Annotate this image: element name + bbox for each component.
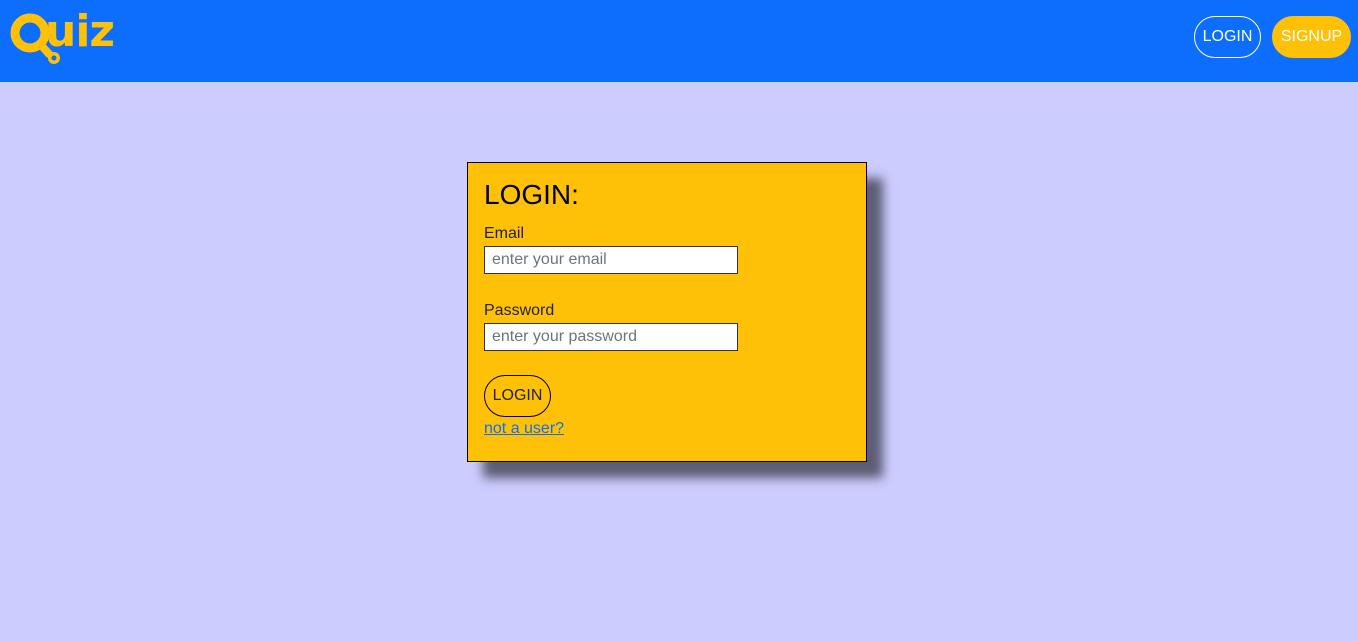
email-label: Email [484,225,525,242]
logo-text: uiz [45,6,115,57]
nav-login-button[interactable]: LOGIN [1194,16,1261,58]
password-label: Password [484,302,555,319]
nav-signup-button[interactable]: SIGNUP [1272,16,1351,58]
email-field[interactable] [484,246,738,274]
login-title: LOGIN: [484,179,579,210]
login-submit-button[interactable]: LOGIN [484,375,551,417]
register-link[interactable]: not a user? [484,419,564,439]
password-field[interactable] [484,323,738,351]
navbar: uiz LOGIN SIGNUP [0,0,1358,82]
login-card: LOGIN: Email Password LOGIN not a user? [467,162,867,462]
quiz-logo[interactable]: uiz [9,8,127,66]
